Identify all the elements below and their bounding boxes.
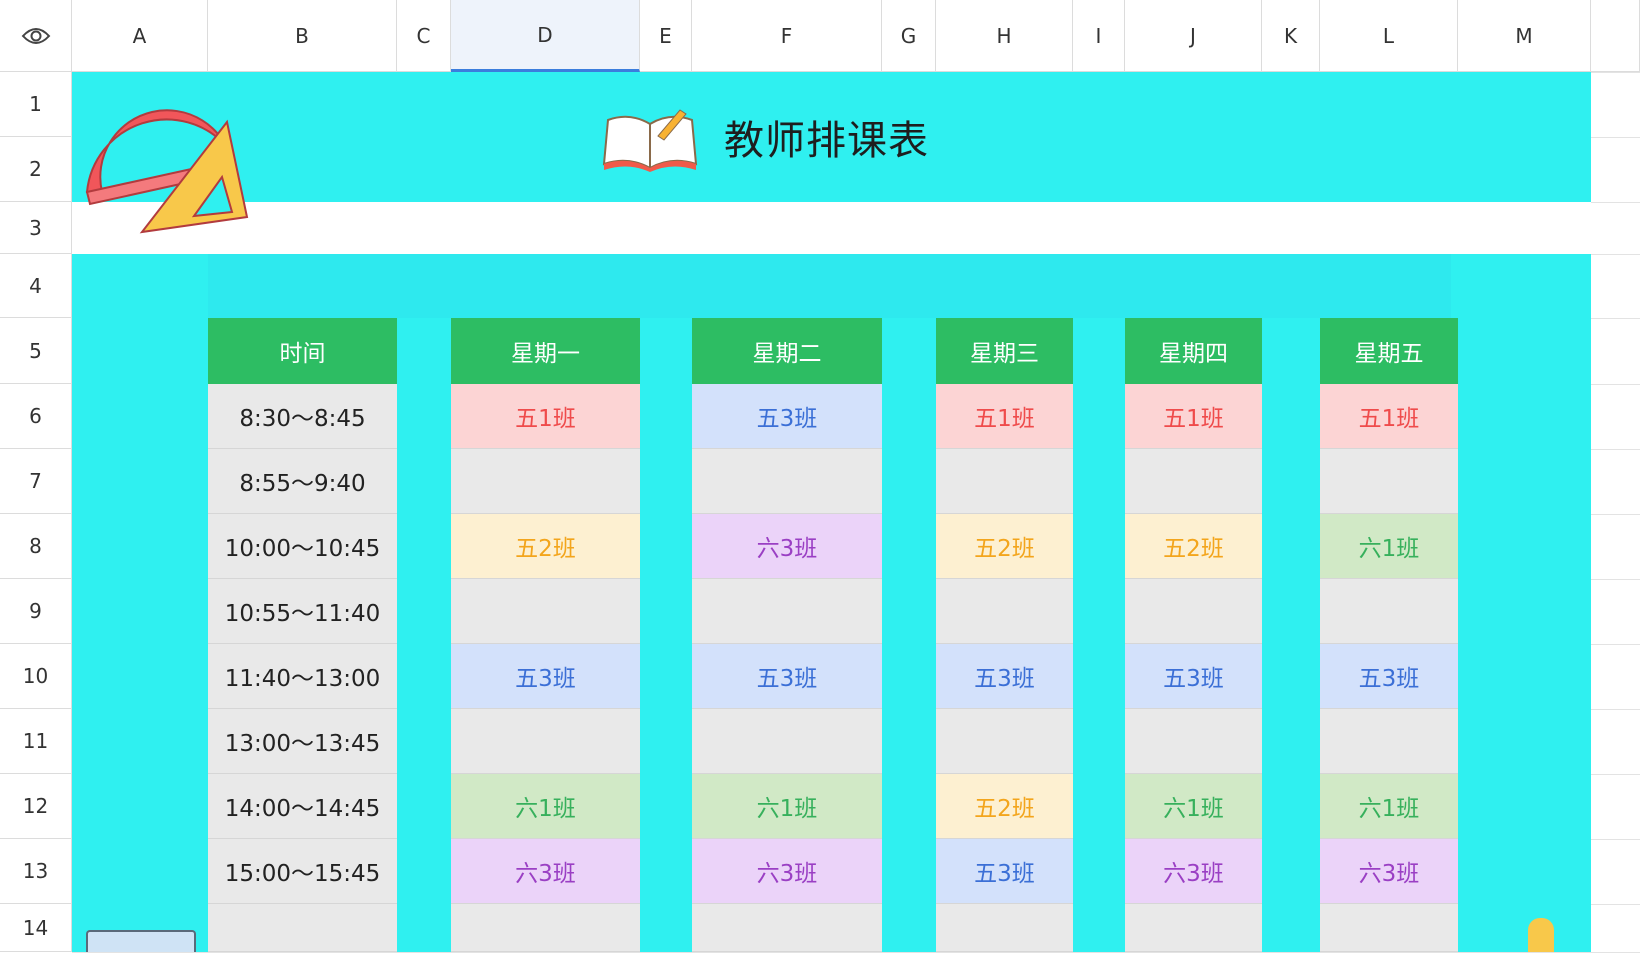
header-time: 时间 xyxy=(208,318,397,384)
row-header-2[interactable]: 2 xyxy=(0,137,72,202)
class-cell[interactable]: 六3班 xyxy=(692,514,882,579)
header-day: 星期四 xyxy=(1125,318,1262,384)
ruler-icon xyxy=(85,109,249,234)
class-cell[interactable]: 六3班 xyxy=(1320,839,1458,904)
time-slot-cell[interactable]: 13:00～13:45 xyxy=(208,709,397,774)
row-header-1[interactable]: 1 xyxy=(0,72,72,137)
row-header-9[interactable]: 9 xyxy=(0,579,72,644)
row-header-4[interactable]: 4 xyxy=(0,254,72,318)
header-day: 星期二 xyxy=(692,318,882,384)
time-slot-cell[interactable]: 8:55～9:40 xyxy=(208,449,397,514)
class-cell[interactable]: 五2班 xyxy=(1125,514,1262,579)
book-stack-icon xyxy=(86,930,196,952)
class-cell[interactable]: 五2班 xyxy=(936,774,1073,839)
row-header-8[interactable]: 8 xyxy=(0,514,72,579)
row-header-11[interactable]: 11 xyxy=(0,709,72,774)
empty-cell[interactable] xyxy=(692,579,882,644)
time-slot-cell[interactable]: 10:00～10:45 xyxy=(208,514,397,579)
class-cell[interactable]: 五3班 xyxy=(936,644,1073,709)
class-cell[interactable]: 五3班 xyxy=(936,839,1073,904)
row-header-10[interactable]: 10 xyxy=(0,644,72,709)
empty-cell[interactable] xyxy=(1320,709,1458,774)
header-day: 星期五 xyxy=(1320,318,1458,384)
row-header-5[interactable]: 5 xyxy=(0,318,72,384)
column-header-a[interactable]: A xyxy=(72,0,208,72)
time-slot-cell[interactable]: 8:30～8:45 xyxy=(208,384,397,449)
toggle-visibility-button[interactable] xyxy=(0,0,72,72)
class-cell[interactable]: 五3班 xyxy=(1125,644,1262,709)
column-header-d[interactable]: D xyxy=(451,0,640,72)
class-cell[interactable]: 六1班 xyxy=(1125,774,1262,839)
empty-cell[interactable] xyxy=(1125,709,1262,774)
class-cell[interactable]: 五3班 xyxy=(451,644,640,709)
class-cell[interactable]: 五2班 xyxy=(936,514,1073,579)
spacer-row xyxy=(72,202,1591,254)
empty-cell[interactable] xyxy=(451,904,640,952)
class-cell[interactable]: 五1班 xyxy=(1320,384,1458,449)
time-slot-cell[interactable]: 15:00～15:45 xyxy=(208,839,397,904)
class-cell[interactable]: 六1班 xyxy=(1320,514,1458,579)
column-header-h[interactable]: H xyxy=(936,0,1073,72)
empty-cell[interactable] xyxy=(936,904,1073,952)
empty-cell[interactable] xyxy=(692,449,882,514)
empty-cell[interactable] xyxy=(451,579,640,644)
row-header-7[interactable]: 7 xyxy=(0,449,72,514)
column-header-f[interactable]: F xyxy=(692,0,882,72)
empty-cell[interactable] xyxy=(451,449,640,514)
class-cell[interactable]: 六3班 xyxy=(451,839,640,904)
empty-cell[interactable] xyxy=(1320,579,1458,644)
class-cell[interactable]: 五3班 xyxy=(1320,644,1458,709)
header-day: 星期三 xyxy=(936,318,1073,384)
class-cell[interactable]: 六1班 xyxy=(451,774,640,839)
time-slot-cell[interactable]: 14:00～14:45 xyxy=(208,774,397,839)
class-cell[interactable]: 五1班 xyxy=(1125,384,1262,449)
column-header-filler xyxy=(1591,0,1640,72)
empty-cell[interactable] xyxy=(1320,904,1458,952)
row-header-13[interactable]: 13 xyxy=(0,839,72,904)
time-slot-cell[interactable] xyxy=(208,904,397,952)
empty-cell[interactable] xyxy=(1125,579,1262,644)
class-cell[interactable]: 六3班 xyxy=(1125,839,1262,904)
class-cell[interactable]: 六3班 xyxy=(692,839,882,904)
empty-cell[interactable] xyxy=(936,579,1073,644)
row-header-6[interactable]: 6 xyxy=(0,384,72,449)
row4-band xyxy=(208,254,1451,318)
class-cell[interactable]: 六1班 xyxy=(1320,774,1458,839)
empty-cell[interactable] xyxy=(692,904,882,952)
empty-cell[interactable] xyxy=(451,709,640,774)
time-slot-cell[interactable]: 11:40～13:00 xyxy=(208,644,397,709)
column-header-k[interactable]: K xyxy=(1262,0,1320,72)
column-header-i[interactable]: I xyxy=(1073,0,1125,72)
class-cell[interactable]: 五3班 xyxy=(692,384,882,449)
row-header-12[interactable]: 12 xyxy=(0,774,72,839)
column-header-b[interactable]: B xyxy=(208,0,397,72)
header-day: 星期一 xyxy=(451,318,640,384)
class-cell[interactable]: 六1班 xyxy=(692,774,882,839)
class-cell[interactable]: 五1班 xyxy=(451,384,640,449)
page-title: 教师排课表 xyxy=(724,118,929,164)
empty-cell[interactable] xyxy=(1125,449,1262,514)
row-header-14[interactable]: 14 xyxy=(0,904,72,952)
class-cell[interactable]: 五2班 xyxy=(451,514,640,579)
empty-cell[interactable] xyxy=(1320,449,1458,514)
column-header-l[interactable]: L xyxy=(1320,0,1458,72)
book-icon xyxy=(602,109,698,172)
time-slot-cell[interactable]: 10:55～11:40 xyxy=(208,579,397,644)
class-cell[interactable]: 五1班 xyxy=(936,384,1073,449)
column-header-j[interactable]: J xyxy=(1125,0,1262,72)
column-header-c[interactable]: C xyxy=(397,0,451,72)
column-header-e[interactable]: E xyxy=(640,0,692,72)
empty-cell[interactable] xyxy=(936,449,1073,514)
column-header-m[interactable]: M xyxy=(1458,0,1591,72)
empty-cell[interactable] xyxy=(1125,904,1262,952)
class-cell[interactable]: 五3班 xyxy=(692,644,882,709)
pencil-icon xyxy=(1528,918,1554,952)
eye-icon xyxy=(21,27,50,44)
empty-cell[interactable] xyxy=(692,709,882,774)
row-header-3[interactable]: 3 xyxy=(0,202,72,254)
empty-cell[interactable] xyxy=(936,709,1073,774)
column-header-g[interactable]: G xyxy=(882,0,936,72)
